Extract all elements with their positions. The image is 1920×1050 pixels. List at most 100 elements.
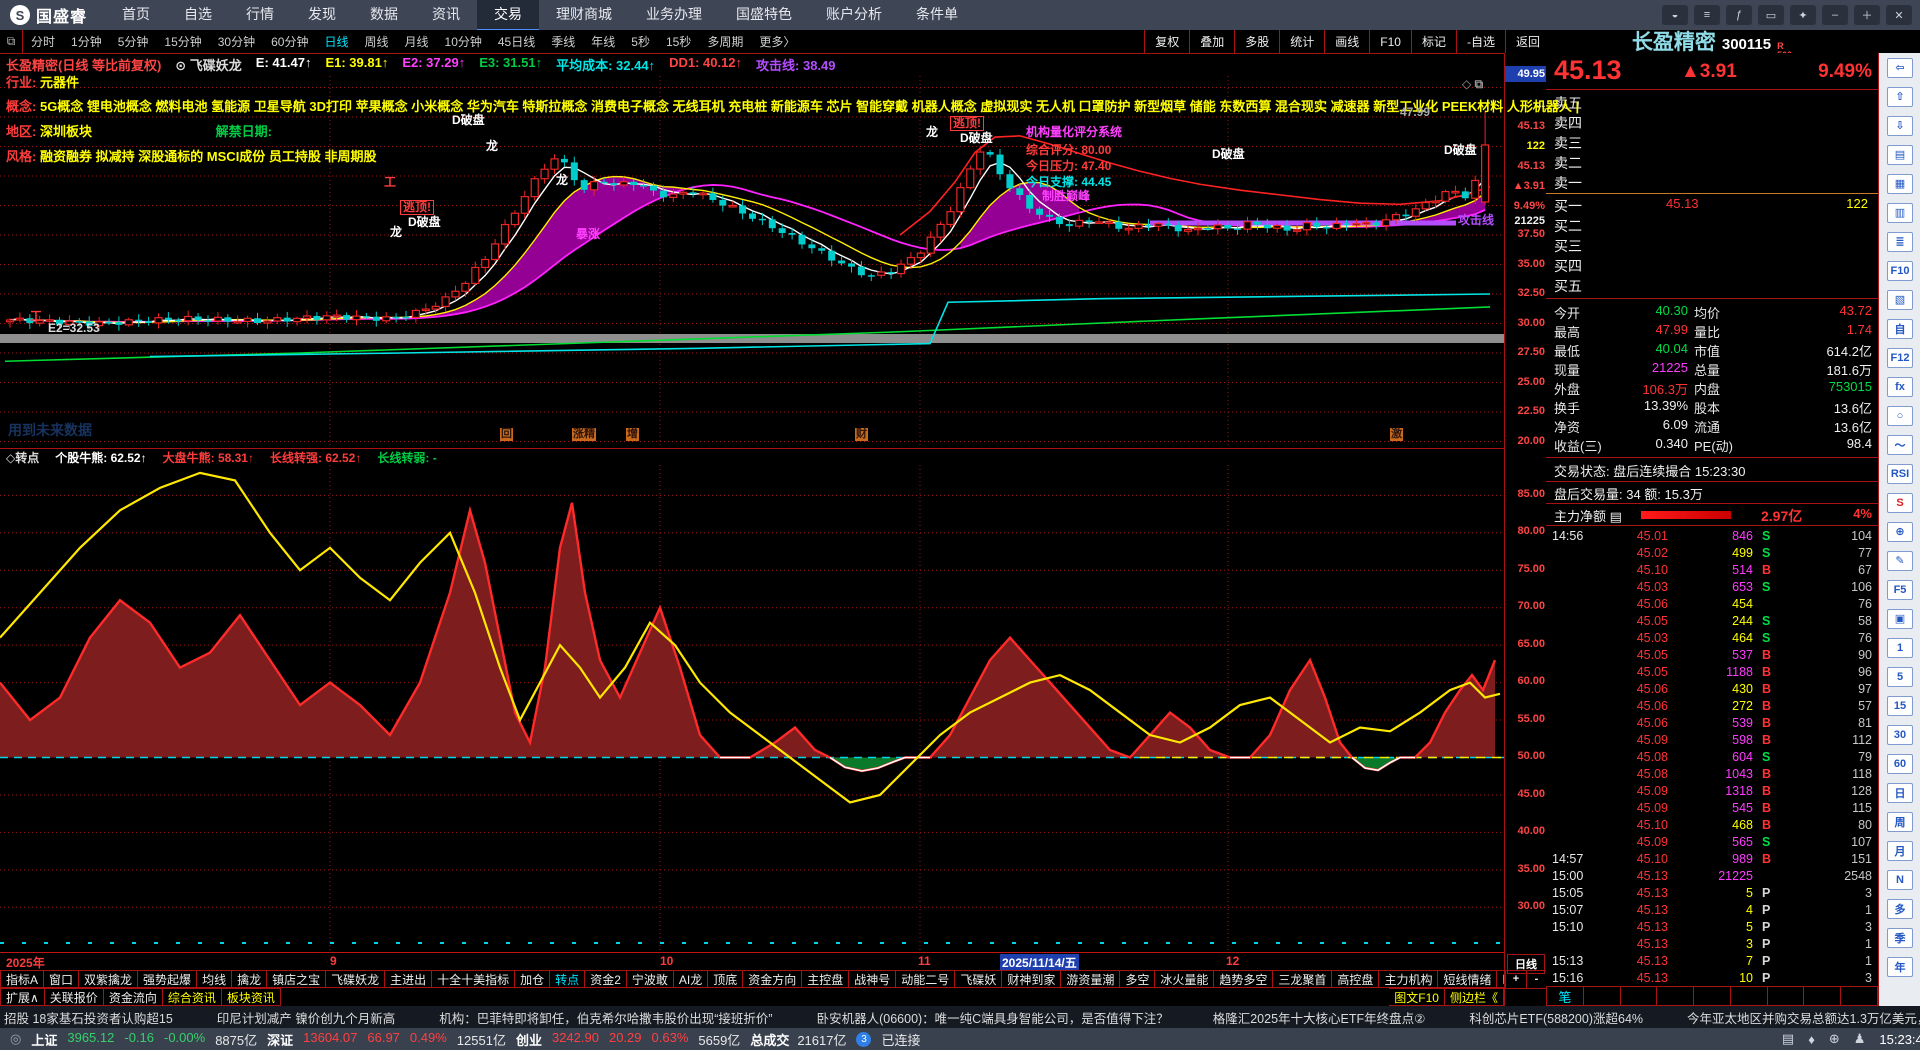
side-icon-⇦[interactable]: ⇦ bbox=[1879, 53, 1920, 82]
tool-统计[interactable]: 统计 bbox=[1279, 30, 1324, 53]
menu-item-首页[interactable]: 首页 bbox=[105, 0, 167, 29]
timeframe-45日线[interactable]: 45日线 bbox=[490, 33, 543, 50]
indicator-tab-财神到家[interactable]: 财神到家 bbox=[1002, 970, 1062, 988]
timeframe-15分钟[interactable]: 15分钟 bbox=[156, 33, 209, 50]
side-icon-1[interactable]: 1 bbox=[1879, 633, 1920, 662]
zoom-out-button[interactable]: - bbox=[1526, 970, 1547, 989]
timeframe-多周期[interactable]: 多周期 bbox=[699, 33, 751, 50]
skin-icon[interactable]: ✦ bbox=[1790, 5, 1816, 25]
news-item[interactable]: 印尼计划减产 镍价创九个月新高 bbox=[217, 1008, 395, 1027]
quote-tab-价[interactable]: 价 bbox=[1583, 986, 1621, 1006]
news-ticker[interactable]: 招股 18家基石投资者认购超15 印尼计划减产 镍价创九个月新高 机构：巴菲特即将卸… bbox=[0, 1006, 1920, 1028]
indicator-tab-高控盘[interactable]: 高控盘 bbox=[1332, 970, 1380, 988]
bottom-tab-板块资讯[interactable]: 板块资讯 bbox=[221, 988, 281, 1006]
side-icon-⇩[interactable]: ⇩ bbox=[1879, 111, 1920, 140]
indicator-tab-游资量潮[interactable]: 游资量潮 bbox=[1061, 970, 1121, 988]
indicator-tab-指标A[interactable]: 指标A bbox=[0, 970, 45, 988]
indicator-tab-窗口[interactable]: 窗口 bbox=[44, 970, 80, 988]
index-深证[interactable]: 深证 13604.07 66.97 0.49% 12551亿 bbox=[267, 1030, 506, 1049]
side-icon-▣[interactable]: ▣ bbox=[1879, 604, 1920, 633]
menu-item-理财商城[interactable]: 理财商城 bbox=[539, 0, 629, 29]
indicator-tab-顶底[interactable]: 顶底 bbox=[708, 970, 744, 988]
globe-icon[interactable]: ⊕ bbox=[1829, 1031, 1840, 1047]
side-icon-60[interactable]: 60 bbox=[1879, 749, 1920, 778]
bottom-tab-扩展∧[interactable]: 扩展∧ bbox=[0, 988, 45, 1006]
side-icon-多[interactable]: 多 bbox=[1879, 894, 1920, 923]
tool-F10[interactable]: F10 bbox=[1369, 30, 1411, 53]
side-icon-日[interactable]: 日 bbox=[1879, 778, 1920, 807]
indicator-tab-趋势多空[interactable]: 趋势多空 bbox=[1214, 970, 1274, 988]
tool--自选[interactable]: -自选 bbox=[1455, 30, 1505, 53]
menu-item-数据[interactable]: 数据 bbox=[353, 0, 415, 29]
bottom-tab-关联报价[interactable]: 关联报价 bbox=[44, 988, 104, 1006]
side-icon-○[interactable]: ○ bbox=[1879, 401, 1920, 430]
layout-toggle-icon[interactable]: ⧉ bbox=[0, 30, 23, 53]
bottom-tab-侧边栏《[interactable]: 侧边栏《 bbox=[1444, 988, 1504, 1006]
indicator-tab-冰火量能[interactable]: 冰火量能 bbox=[1155, 970, 1215, 988]
timeframe-年线[interactable]: 年线 bbox=[583, 33, 623, 50]
side-icon-▤[interactable]: ▤ bbox=[1879, 140, 1920, 169]
indicator-tab-多空[interactable]: 多空 bbox=[1120, 970, 1156, 988]
indicator-tab-飞碟妖[interactable]: 飞碟妖 bbox=[955, 970, 1003, 988]
timeframe-周线[interactable]: 周线 bbox=[356, 33, 396, 50]
fx-icon[interactable]: ƒ bbox=[1726, 5, 1752, 25]
monitor-icon[interactable]: ▭ bbox=[1758, 5, 1784, 25]
side-icon-自[interactable]: 自 bbox=[1879, 314, 1920, 343]
news-item[interactable]: 机构：巴菲特即将卸任，伯克希尔哈撒韦股价出现“接班折价” bbox=[439, 1008, 772, 1027]
concept-values[interactable]: 5G概念 锂电池概念 燃料电池 氢能源 卫星导航 3D打印 苹果概念 小米概念 … bbox=[40, 99, 1579, 114]
timeframe-5分钟[interactable]: 5分钟 bbox=[110, 33, 157, 50]
bottom-tab-图文F10[interactable]: 图文F10 bbox=[1389, 988, 1445, 1006]
indicator-tab-主力机构[interactable]: 主力机构 bbox=[1379, 970, 1439, 988]
news-item[interactable]: 卧安机器人(06600)：唯一纯C端具身智能公司，是否值得下注？ bbox=[817, 1008, 1169, 1027]
tool-多股[interactable]: 多股 bbox=[1234, 30, 1279, 53]
side-icon-F12[interactable]: F12 bbox=[1879, 343, 1920, 372]
side-icon-〜[interactable]: 〜 bbox=[1879, 430, 1920, 459]
indicator-tab-资金方向[interactable]: 资金方向 bbox=[743, 970, 803, 988]
timeframe-15秒[interactable]: 15秒 bbox=[658, 33, 699, 50]
side-icon-周[interactable]: 周 bbox=[1879, 807, 1920, 836]
side-icon-⊕[interactable]: ⊕ bbox=[1879, 517, 1920, 546]
mode-icon[interactable]: ♟ bbox=[1854, 1031, 1866, 1047]
quote-tab-势[interactable]: 势 bbox=[1657, 986, 1695, 1006]
side-icon-✎[interactable]: ✎ bbox=[1879, 546, 1920, 575]
close-button[interactable]: ✕ bbox=[1886, 5, 1912, 25]
timeframe-30分钟[interactable]: 30分钟 bbox=[210, 33, 263, 50]
timeframe-5秒[interactable]: 5秒 bbox=[623, 33, 658, 50]
indicator-tab-战神号[interactable]: 战神号 bbox=[849, 970, 897, 988]
maximize-button[interactable]: ＋ bbox=[1854, 5, 1880, 25]
indicator-tab-双紫擒龙[interactable]: 双紫擒龙 bbox=[79, 970, 139, 988]
side-icon-30[interactable]: 30 bbox=[1879, 720, 1920, 749]
indicator-tab-短线情绪[interactable]: 短线情绪 bbox=[1438, 970, 1498, 988]
quote-tab-联[interactable]: 联 bbox=[1694, 986, 1731, 1006]
menu-item-国盛特色[interactable]: 国盛特色 bbox=[719, 0, 809, 29]
timeframe-10分钟[interactable]: 10分钟 bbox=[437, 33, 490, 50]
side-icon-▧[interactable]: ▧ bbox=[1879, 285, 1920, 314]
indicator-tab-三龙聚首[interactable]: 三龙聚首 bbox=[1273, 970, 1333, 988]
minimize-button[interactable]: – bbox=[1822, 5, 1848, 25]
indicator-tab-擒龙[interactable]: 擒龙 bbox=[232, 970, 268, 988]
side-icon-≣[interactable]: ≣ bbox=[1879, 227, 1920, 256]
event-tag-增[interactable]: 增 bbox=[626, 428, 639, 441]
menu-item-条件单[interactable]: 条件单 bbox=[899, 0, 975, 29]
tool-标记[interactable]: 标记 bbox=[1410, 30, 1456, 53]
menu-item-业务办理[interactable]: 业务办理 bbox=[629, 0, 719, 29]
indicator-tab-主进出[interactable]: 主进出 bbox=[385, 970, 433, 988]
event-tag-财[interactable]: 财 bbox=[855, 428, 868, 441]
news-item[interactable]: 格隆汇2025年十大核心ETF年终盘点② bbox=[1213, 1008, 1426, 1027]
tool-返回[interactable]: 返回 bbox=[1504, 30, 1550, 53]
quote-tab-值[interactable]: 值 bbox=[1730, 986, 1768, 1006]
indicator-tab-主控盘[interactable]: 主控盘 bbox=[802, 970, 850, 988]
menu-item-发现[interactable]: 发现 bbox=[291, 0, 353, 29]
area-value[interactable]: 深圳板块 bbox=[40, 124, 92, 139]
news-item[interactable]: 招股 18家基石投资者认购超15 bbox=[4, 1008, 173, 1027]
indicator-tab-十全十美指标[interactable]: 十全十美指标 bbox=[432, 970, 516, 988]
tool-画线[interactable]: 画线 bbox=[1324, 30, 1369, 53]
quote-tab-主[interactable]: 主 bbox=[1767, 986, 1805, 1006]
indicator-tab-动能二号[interactable]: 动能二号 bbox=[896, 970, 956, 988]
timeframe-日线[interactable]: 日线 bbox=[316, 33, 356, 50]
diamond-icon[interactable]: ♦ bbox=[1808, 1032, 1815, 1047]
bottom-tab-资金流向[interactable]: 资金流向 bbox=[103, 988, 163, 1006]
timeframe-1分钟[interactable]: 1分钟 bbox=[63, 33, 110, 50]
timeframe-季线[interactable]: 季线 bbox=[543, 33, 583, 50]
quote-tab-细[interactable]: 细 bbox=[1620, 986, 1658, 1006]
